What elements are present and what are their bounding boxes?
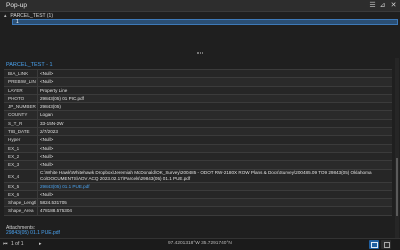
field-value: <Null> — [40, 137, 54, 143]
attributes-panel: PARCEL_TEST - 1 BIA_LINK <Null> PREBIW_L… — [4, 58, 394, 236]
field-name: EX_1 — [8, 145, 20, 151]
table-row: LAYER Property Line — [4, 86, 392, 95]
table-row: EX_1 <Null> — [4, 144, 392, 153]
field-name: EX_4 — [8, 173, 20, 179]
popup-title-bar: Pop-up ☰ ⊿ ✕ — [0, 0, 400, 12]
field-value: C:\White Hawk\Whitehawk Dropbox\Jeremiah… — [40, 170, 372, 181]
page-indicator: 1 of 1 — [11, 241, 24, 247]
table-row: S_T_R 33-15N-2W — [4, 119, 392, 129]
first-page-icon[interactable]: ⏮ — [3, 241, 8, 247]
table-row: COUNTY Logan — [4, 111, 392, 120]
field-name: EX_6 — [8, 191, 20, 197]
flash-feature-icon[interactable] — [381, 240, 391, 249]
field-name: LAYER — [8, 87, 23, 93]
attachment-link[interactable]: 29843(05) 01.1 PUE.pdf — [40, 183, 390, 191]
field-name: EX_3 — [8, 162, 20, 168]
field-name: Hyper — [8, 137, 21, 143]
attribute-table: BIA_LINK <Null> PREBIW_LINK <Null> LAYER… — [4, 69, 392, 216]
close-icon[interactable]: ✕ — [389, 1, 398, 10]
field-name: COUNTY — [8, 112, 28, 118]
table-row: Shape_Area 478188.575304 — [4, 207, 392, 216]
coordinates-readout: 97.4201318°W 35.7291740°N — [168, 241, 232, 246]
next-page-icon[interactable]: ▸ — [39, 241, 42, 247]
field-value: <Null> — [40, 162, 54, 168]
zoom-to-icon[interactable] — [369, 240, 379, 249]
section-title: PARCEL_TEST - 1 — [6, 62, 53, 68]
field-name: PREBIW_LINK — [8, 79, 36, 85]
table-row: EX_3 <Null> — [4, 161, 392, 170]
field-name: EX_2 — [8, 153, 20, 159]
scrollbar-thumb[interactable] — [396, 158, 398, 216]
table-row: EX_5 29843(05) 01.1 PUE.pdf — [4, 182, 392, 191]
status-bar: ⏮ 1 of 1 ▸ 97.4201318°W 35.7291740°N — [0, 238, 400, 250]
field-value: 29843(05) — [40, 104, 61, 110]
field-value: <Null> — [40, 191, 54, 197]
table-row: EX_4 C:\White Hawk\Whitehawk Dropbox\Jer… — [4, 169, 392, 183]
table-row: TIB_DATE 2/7/2023 — [4, 128, 392, 137]
window-title: Pop-up — [6, 2, 27, 9]
panel-splitter[interactable] — [0, 48, 400, 58]
table-row: Shape_Length 5824.531705 — [4, 199, 392, 208]
attachment-file-link[interactable]: 29843(05) 01.1 PUE.pdf — [6, 230, 60, 236]
table-row: JP_NUMBER 29843(05) — [4, 103, 392, 112]
field-value: <Null> — [40, 153, 54, 159]
table-row: PHOTO 29843(05) 01 PIC.pdf — [4, 94, 392, 104]
field-name: PHOTO — [8, 95, 25, 101]
table-row: EX_6 <Null> — [4, 190, 392, 200]
field-name: Shape_Area — [8, 208, 34, 214]
splitter-grip-icon[interactable] — [197, 52, 203, 54]
field-value: 29843(05) 01 PIC.pdf — [40, 95, 84, 101]
table-row: EX_2 <Null> — [4, 152, 392, 162]
field-value: 2/7/2023 — [40, 129, 58, 135]
pin-icon[interactable]: ⊿ — [378, 1, 387, 10]
table-row: BIA_LINK <Null> — [4, 70, 392, 79]
field-name: BIA_LINK — [8, 71, 29, 76]
vertical-scrollbar[interactable] — [395, 58, 399, 238]
field-name: JP_NUMBER — [8, 104, 36, 110]
field-name: TIB_DATE — [8, 129, 30, 135]
field-value: <Null> — [40, 71, 54, 76]
field-name: Shape_Length — [8, 200, 36, 206]
table-row: Hyper <Null> — [4, 136, 392, 145]
field-value: Logan — [40, 112, 53, 118]
expand-caret-icon[interactable]: ▴ — [4, 13, 9, 19]
field-value: <Null> — [40, 145, 54, 151]
tree-feature-row[interactable]: 1 — [12, 19, 398, 25]
tree-feature-label: 1 — [16, 19, 19, 25]
feature-tree: ▴ PARCEL_TEST (1) 1 — [0, 12, 400, 48]
field-value: 5824.531705 — [40, 200, 67, 206]
field-value: 478188.575304 — [40, 208, 72, 214]
field-value: 33-15N-2W — [40, 120, 64, 126]
field-value: <Null> — [40, 79, 54, 85]
table-row: PREBIW_LINK <Null> — [4, 78, 392, 87]
field-name: S_T_R — [8, 120, 23, 126]
menu-icon[interactable]: ☰ — [368, 1, 377, 10]
field-value: Property Line — [40, 87, 68, 93]
field-name: EX_5 — [8, 183, 20, 189]
